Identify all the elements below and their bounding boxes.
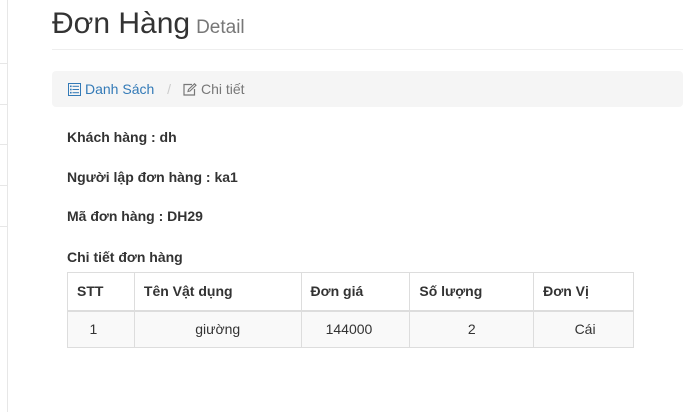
sidebar-divider — [0, 226, 8, 227]
order-detail-table: STT Tên Vật dụng Đơn giá Số lượng Đơn Vị… — [67, 272, 634, 348]
sidebar-divider — [0, 185, 8, 186]
column-header-item-name: Tên Vật dụng — [133, 272, 302, 312]
column-header-unit-price: Đơn giá — [300, 272, 411, 312]
table-header-row: STT Tên Vật dụng Đơn giá Số lượng Đơn Vị — [67, 272, 634, 312]
customer-line: Khách hàng : dh — [67, 129, 177, 145]
sidebar-divider — [0, 104, 8, 105]
order-details-heading: Chi tiết đơn hàng — [67, 249, 183, 265]
page-title-text: Đơn Hàng — [52, 7, 191, 40]
breadcrumb-separator: / — [167, 81, 172, 97]
column-header-stt: STT — [67, 272, 135, 312]
breadcrumb-detail-label: Chi tiết — [200, 81, 245, 97]
cell-unit-price: 144000 — [300, 310, 411, 348]
cell-quantity: 2 — [409, 310, 535, 348]
breadcrumb-list-label: Danh Sách — [85, 81, 155, 97]
cell-stt: 1 — [67, 310, 135, 348]
list-icon — [68, 73, 81, 109]
breadcrumb-list-link[interactable]: Danh Sách — [68, 81, 158, 97]
left-sidebar — [0, 0, 8, 412]
table-row: 1 giường 144000 2 Cái — [67, 310, 634, 348]
sidebar-divider — [0, 144, 8, 145]
creator-line: Người lập đơn hàng : ka1 — [67, 169, 238, 185]
cell-unit: Cái — [533, 310, 634, 348]
column-header-unit: Đơn Vị — [533, 272, 634, 312]
order-code-line: Mã đơn hàng : DH29 — [67, 208, 203, 224]
column-header-quantity: Số lượng — [409, 272, 535, 312]
edit-icon — [183, 73, 197, 109]
breadcrumb: Danh Sách / Chi tiết — [52, 71, 683, 107]
cell-item-name: giường — [133, 310, 302, 348]
page-subtitle: Detail — [196, 17, 245, 38]
page-title: Đơn Hàng Detail — [52, 4, 245, 48]
sidebar-divider — [0, 63, 8, 64]
breadcrumb-active-item: Chi tiết — [179, 81, 245, 97]
page-header: Đơn Hàng Detail — [52, 4, 683, 50]
